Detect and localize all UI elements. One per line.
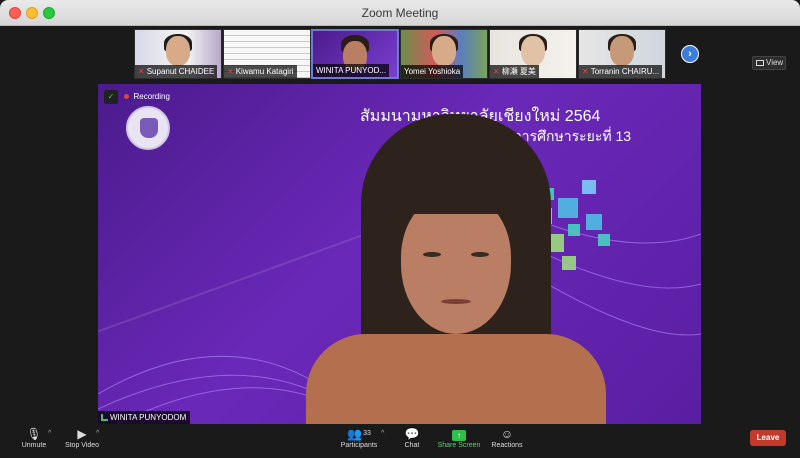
- participant-name: WINITA PUNYOD...: [316, 66, 387, 75]
- stop-video-label: Stop Video: [64, 442, 100, 449]
- participant-name: Kiwamu Katagiri: [235, 67, 294, 76]
- zoom-window: Zoom Meeting ✕ Supanut CHAIDEE ✕ Kiwamu Ka…: [0, 0, 800, 458]
- participant-name: Torranin CHAIRU...: [590, 67, 660, 76]
- grid-view-icon: [756, 60, 764, 66]
- share-screen-button[interactable]: ↑ Share Screen: [437, 426, 481, 449]
- audio-options-caret[interactable]: ^: [48, 430, 51, 437]
- speaker-image: [306, 114, 606, 424]
- recording-indicator: ✓ Recording: [104, 90, 170, 104]
- microphone-muted-icon: 🎙: [26, 427, 42, 441]
- participant-name: Supanut CHAIDEE: [146, 67, 215, 76]
- participants-button[interactable]: 👥33 Participants: [338, 426, 380, 449]
- participant-tile[interactable]: Yomei Yoshioka: [400, 29, 488, 79]
- participant-strip: ✕ Supanut CHAIDEE ✕ Kiwamu Katagiri WINITA…: [0, 26, 800, 82]
- active-speaker-video: ✓ Recording สัมมนามหาวิทยาลัยเชียงใหม่ 2…: [98, 84, 701, 424]
- mic-muted-icon: ✕: [227, 67, 234, 76]
- leave-button[interactable]: Leave: [750, 430, 786, 446]
- signal-bars-icon: [101, 414, 108, 421]
- participant-tile[interactable]: ✕ 柳瀬 夏美: [489, 29, 577, 79]
- reactions-label: Reactions: [491, 442, 523, 449]
- mic-muted-icon: ✕: [493, 67, 500, 76]
- university-logo: [126, 106, 170, 150]
- title-bar: Zoom Meeting: [0, 0, 800, 26]
- reactions-button[interactable]: ☺ Reactions: [490, 426, 524, 449]
- share-screen-label: Share Screen: [437, 442, 481, 449]
- mic-muted-icon: ✕: [582, 67, 589, 76]
- participant-name: Yomei Yoshioka: [404, 67, 461, 76]
- participant-tile[interactable]: ✕ Kiwamu Katagiri: [223, 29, 311, 79]
- participant-tile-active-speaker[interactable]: WINITA PUNYOD...: [311, 29, 399, 79]
- shield-icon: ✓: [104, 90, 118, 104]
- chat-icon: 💬: [404, 427, 420, 441]
- unmute-label: Unmute: [21, 442, 47, 449]
- view-button[interactable]: View: [752, 56, 786, 70]
- participant-tile[interactable]: ✕ Torranin CHAIRU...: [578, 29, 666, 79]
- recording-label: Recording: [133, 92, 170, 101]
- unmute-button[interactable]: 🎙 Unmute: [18, 426, 50, 449]
- meeting-toolbar: 🎙 Unmute ^ ▶ Stop Video ^ 👥33 Participan…: [0, 424, 800, 458]
- speaker-name: WINITA PUNYODOM: [110, 413, 187, 422]
- chat-button[interactable]: 💬 Chat: [400, 426, 424, 449]
- mic-muted-icon: ✕: [138, 67, 145, 76]
- next-page-button[interactable]: ›: [681, 45, 699, 63]
- participants-options-caret[interactable]: ^: [381, 430, 384, 437]
- window-title: Zoom Meeting: [361, 6, 439, 20]
- participants-label: Participants: [340, 442, 378, 449]
- recording-dot-icon: [124, 94, 130, 100]
- reactions-icon: ☺: [500, 427, 514, 441]
- chevron-right-icon: ›: [688, 48, 692, 60]
- participant-tile[interactable]: ✕ Supanut CHAIDEE: [134, 29, 222, 79]
- participants-icon: 👥: [347, 427, 363, 441]
- share-screen-icon: ↑: [452, 430, 466, 441]
- speaker-name-tag: WINITA PUNYODOM: [98, 411, 191, 424]
- video-options-caret[interactable]: ^: [96, 430, 99, 437]
- view-button-label: View: [766, 58, 784, 67]
- chat-label: Chat: [404, 442, 420, 449]
- participant-name: 柳瀬 夏美: [501, 67, 536, 76]
- participants-count: 33: [363, 430, 371, 437]
